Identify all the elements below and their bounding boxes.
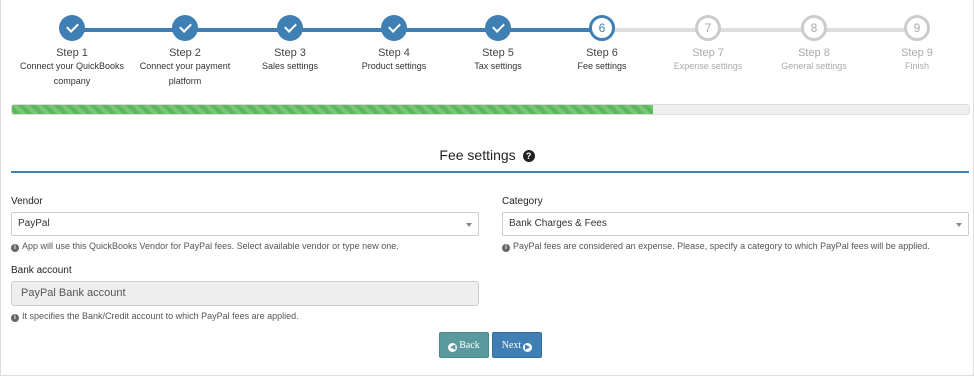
section-divider bbox=[11, 171, 969, 173]
category-hint-text: PayPal fees are considered an expense. P… bbox=[513, 241, 930, 251]
page-title: Fee settings bbox=[439, 147, 516, 163]
step-check-icon bbox=[59, 15, 85, 41]
bank-account-value: PayPal Bank account bbox=[21, 287, 126, 299]
bank-account-hint: i It specifies the Bank/Credit account to… bbox=[11, 311, 299, 322]
back-button-label: Back bbox=[459, 340, 480, 351]
vendor-hint-text: App will use this QuickBooks Vendor for … bbox=[22, 241, 399, 251]
bank-account-label: Bank account bbox=[11, 265, 72, 276]
step-9: 9 Step 9 Finish bbox=[847, 12, 974, 74]
section-header: Fee settings ? bbox=[0, 147, 974, 163]
category-select-value: Bank Charges & Fees bbox=[509, 218, 607, 229]
step-number: 7 bbox=[695, 15, 721, 41]
category-label: Category bbox=[502, 196, 543, 207]
bank-account-hint-text: It specifies the Bank/Credit account to … bbox=[22, 311, 299, 321]
step-number: 8 bbox=[801, 15, 827, 41]
step-check-icon bbox=[172, 15, 198, 41]
info-icon: i bbox=[11, 314, 19, 322]
step-desc: platform bbox=[168, 76, 202, 86]
dropdown-arrow-icon bbox=[466, 223, 472, 227]
vendor-hint: i App will use this QuickBooks Vendor for… bbox=[11, 241, 399, 252]
category-select[interactable]: Bank Charges & Fees bbox=[502, 212, 969, 236]
progress-bar-fill bbox=[12, 105, 654, 114]
info-icon: i bbox=[502, 244, 510, 252]
step-desc: Finish bbox=[904, 61, 929, 71]
bank-account-field: PayPal Bank account bbox=[11, 281, 479, 306]
next-button-label: Next bbox=[501, 340, 522, 351]
next-button[interactable]: Next ▶ bbox=[492, 332, 542, 358]
vendor-label: Vendor bbox=[11, 196, 43, 207]
arrow-right-circle-icon: ▶ bbox=[523, 343, 533, 352]
step-number: 6 bbox=[589, 15, 615, 41]
progress-bar bbox=[11, 104, 970, 115]
step-check-icon bbox=[277, 15, 303, 41]
question-circle-icon[interactable]: ? bbox=[522, 150, 535, 162]
vendor-select[interactable]: PayPal bbox=[11, 212, 479, 236]
vendor-select-value: PayPal bbox=[18, 218, 50, 229]
dropdown-arrow-icon bbox=[956, 223, 962, 227]
info-icon: i bbox=[11, 244, 19, 252]
back-button[interactable]: ◀ Back bbox=[439, 332, 489, 358]
step-check-icon bbox=[485, 15, 511, 41]
category-hint: i PayPal fees are considered an expense. … bbox=[502, 241, 930, 252]
arrow-left-circle-icon: ◀ bbox=[448, 343, 458, 352]
step-title: Step 9 bbox=[901, 47, 933, 59]
wizard-stepper: Step 1 Connect your QuickBooks company S… bbox=[0, 12, 974, 97]
step-number: 9 bbox=[904, 15, 930, 41]
step-check-icon bbox=[381, 15, 407, 41]
